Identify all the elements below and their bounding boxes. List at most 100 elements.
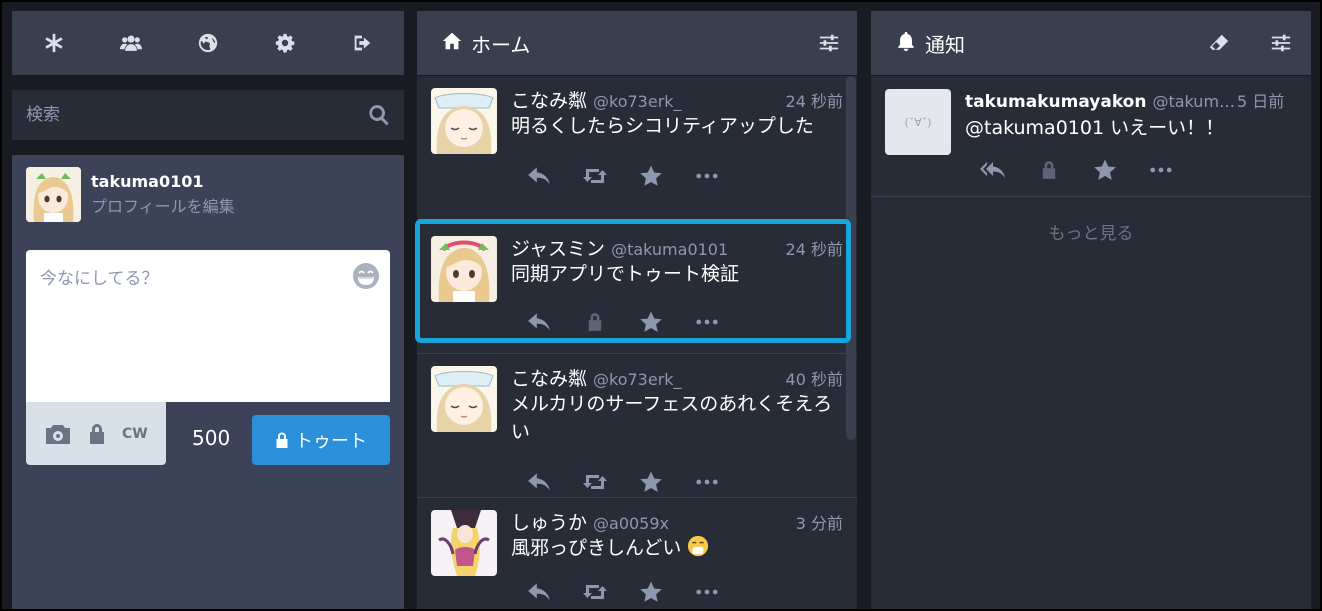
- reply-button[interactable]: [511, 570, 567, 611]
- status-display-name[interactable]: こなみ粼: [511, 86, 587, 113]
- status-acct[interactable]: @ko73erk_: [593, 92, 682, 111]
- status-item[interactable]: ジャスミン @takuma0101 24 秒前 同期アプリでトゥート検証: [417, 220, 857, 354]
- notification-timestamp[interactable]: 5 日前: [1237, 88, 1284, 112]
- status-item[interactable]: こなみ粼 @ko73erk_ 24 秒前 明るくしたらシコリティアップした: [417, 76, 857, 220]
- asterisk-icon: [45, 33, 64, 53]
- reply-icon: [528, 167, 550, 185]
- status-acct[interactable]: @a0059x: [593, 514, 669, 533]
- status-display-name[interactable]: こなみ粼: [511, 364, 587, 391]
- toot-button[interactable]: トゥート: [252, 415, 390, 465]
- status-timestamp[interactable]: 24 秒前: [786, 236, 843, 260]
- privacy-button[interactable]: [88, 419, 106, 449]
- star-icon: [640, 311, 662, 332]
- add-media-button[interactable]: [44, 419, 72, 449]
- home-column-settings-button[interactable]: [801, 11, 857, 75]
- notification-header: takumakumayakon @takum… 5 日前: [965, 88, 1297, 112]
- more-button[interactable]: [1133, 148, 1189, 192]
- boost-button[interactable]: [567, 154, 623, 198]
- reply-button[interactable]: [511, 154, 567, 198]
- search-button[interactable]: [354, 90, 404, 140]
- status-acct[interactable]: @ko73erk_: [593, 370, 682, 389]
- avatar-text: (ˇ∀ˇ): [904, 115, 932, 129]
- clear-notifications-button[interactable]: [1191, 11, 1247, 75]
- ellipsis-icon: [696, 319, 718, 325]
- local-timeline-button[interactable]: [101, 11, 161, 75]
- notifications-column-header[interactable]: 通知: [871, 11, 1311, 75]
- notification-display-name[interactable]: takumakumayakon: [965, 92, 1146, 112]
- avatar[interactable]: [431, 366, 497, 432]
- home-timeline: こなみ粼 @ko73erk_ 24 秒前 明るくしたらシコリティアップした ジャ…: [417, 76, 857, 611]
- compose-textarea[interactable]: [26, 250, 390, 402]
- notifications-settings-button[interactable]: [1253, 11, 1309, 75]
- eraser-icon: [1209, 34, 1229, 50]
- status-content: ジャスミン @takuma0101 24 秒前 同期アプリでトゥート検証: [511, 234, 843, 344]
- preferences-button[interactable]: [255, 11, 315, 75]
- reply-icon: [528, 473, 550, 491]
- character-counter: 500: [192, 426, 231, 450]
- compose-area: [26, 250, 390, 402]
- logout-button[interactable]: [332, 11, 392, 75]
- status-timestamp[interactable]: 3 分前: [796, 510, 843, 534]
- boost-disabled-button[interactable]: [1021, 148, 1077, 192]
- favourite-button[interactable]: [623, 300, 679, 344]
- ellipsis-icon: [696, 589, 718, 595]
- status-header: しゅうか @a0059x 3 分前: [511, 508, 843, 535]
- camera-icon: [46, 424, 70, 444]
- profile-username[interactable]: takuma0101: [91, 172, 235, 191]
- favourite-button[interactable]: [1077, 148, 1133, 192]
- status-timestamp[interactable]: 40 秒前: [786, 366, 843, 390]
- status-display-name[interactable]: ジャスミン: [511, 234, 605, 261]
- status-acct[interactable]: @takuma0101: [611, 240, 728, 259]
- avatar[interactable]: [431, 88, 497, 154]
- edit-profile-link[interactable]: プロフィールを編集: [91, 193, 235, 217]
- notification-acct[interactable]: @takum…: [1152, 92, 1235, 111]
- more-button[interactable]: [679, 570, 735, 611]
- search-icon: [369, 105, 389, 126]
- content-warning-button[interactable]: CW: [122, 426, 148, 442]
- retweet-icon: [583, 169, 607, 183]
- lock-icon: [90, 423, 104, 444]
- federated-timeline-button[interactable]: [178, 11, 238, 75]
- status-display-name[interactable]: しゅうか: [511, 508, 587, 535]
- status-item[interactable]: しゅうか @a0059x 3 分前 風邪っぴきしんどい: [417, 498, 857, 611]
- reply-all-icon: [980, 162, 1005, 178]
- compose-panel: takuma0101 プロフィールを編集 CW 500 トゥート: [12, 155, 404, 611]
- lock-icon: [276, 432, 288, 448]
- retweet-icon: [583, 475, 607, 489]
- profile-text: takuma0101 プロフィールを編集: [91, 172, 235, 217]
- boost-button[interactable]: [567, 570, 623, 611]
- notification-item[interactable]: (ˇ∀ˇ) takumakumayakon @takum… 5 日前 @taku…: [871, 76, 1311, 197]
- home-icon: [441, 30, 463, 56]
- home-column-title: ホーム: [471, 32, 531, 57]
- avatar[interactable]: [431, 510, 497, 576]
- notifications-column-title: 通知: [925, 32, 965, 57]
- avatar[interactable]: [431, 236, 497, 302]
- avatar[interactable]: [26, 167, 81, 222]
- boost-disabled-button[interactable]: [567, 300, 623, 344]
- status-timestamp[interactable]: 24 秒前: [786, 88, 843, 112]
- status-text: メルカリのサーフェスのあれくそえろい: [511, 393, 833, 443]
- favourite-button[interactable]: [623, 570, 679, 611]
- ellipsis-icon: [696, 173, 718, 179]
- sign-out-icon: [354, 35, 370, 51]
- status-actions: [511, 300, 843, 344]
- avatar[interactable]: (ˇ∀ˇ): [885, 89, 951, 155]
- lock-icon: [1042, 161, 1056, 179]
- status-content: こなみ粼 @ko73erk_ 40 秒前 メルカリのサーフェスのあれくそえろい: [511, 364, 843, 504]
- status-content: こなみ粼 @ko73erk_ 24 秒前 明るくしたらシコリティアップした: [511, 86, 843, 198]
- search-input[interactable]: [26, 105, 354, 125]
- reply-button[interactable]: [511, 300, 567, 344]
- emoji-picker-button[interactable]: [352, 262, 380, 290]
- getting-started-button[interactable]: [24, 11, 84, 75]
- status-item[interactable]: こなみ粼 @ko73erk_ 40 秒前 メルカリのサーフェスのあれくそえろい: [417, 354, 857, 498]
- home-column-header[interactable]: ホーム: [417, 11, 857, 75]
- gear-icon: [275, 33, 295, 53]
- status-text: 同期アプリでトゥート検証: [511, 263, 740, 285]
- status-actions: [511, 154, 843, 198]
- load-more-button[interactable]: もっと見る: [871, 197, 1311, 244]
- favourite-button[interactable]: [623, 154, 679, 198]
- more-button[interactable]: [679, 154, 735, 198]
- timeline-scrollbar[interactable]: [846, 76, 856, 440]
- reply-all-button[interactable]: [965, 148, 1021, 192]
- more-button[interactable]: [679, 300, 735, 344]
